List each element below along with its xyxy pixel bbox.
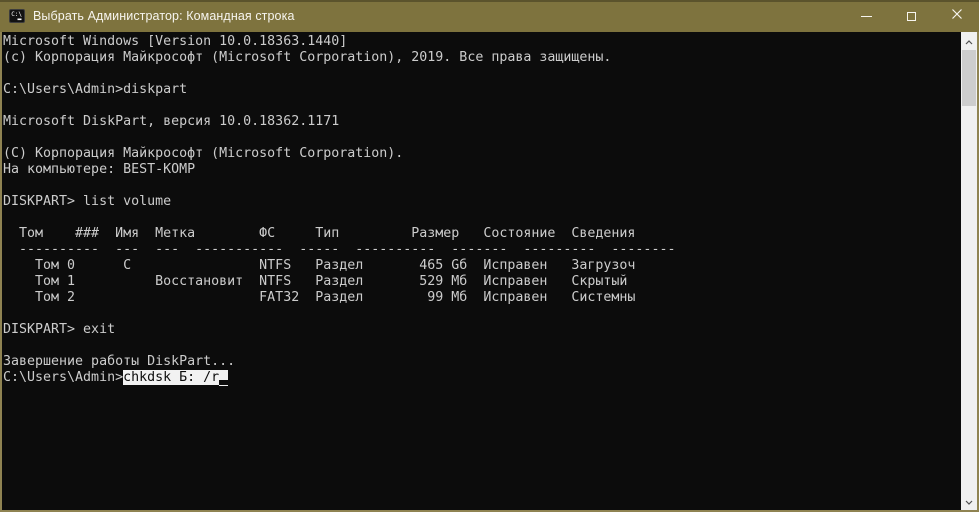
terminal-output: Microsoft Windows [Version 10.0.18363.14… xyxy=(3,34,961,370)
scroll-down-button[interactable] xyxy=(961,492,977,510)
scrollbar[interactable] xyxy=(961,32,977,510)
text-cursor xyxy=(219,370,228,386)
chevron-up-icon xyxy=(965,32,973,50)
cmd-window: C:\ Выбрать Администратор: Командная стр… xyxy=(0,0,979,512)
caption-buttons xyxy=(844,0,979,32)
titlebar[interactable]: C:\ Выбрать Администратор: Командная стр… xyxy=(0,0,979,32)
maximize-button[interactable] xyxy=(889,0,934,32)
svg-text:C:\: C:\ xyxy=(11,11,22,18)
cmd-icon[interactable]: C:\ xyxy=(9,8,25,24)
minimize-button[interactable] xyxy=(844,0,889,32)
maximize-icon xyxy=(907,12,916,21)
close-button[interactable] xyxy=(934,0,979,32)
scroll-up-button[interactable] xyxy=(961,32,977,50)
console-content: Microsoft Windows [Version 10.0.18363.14… xyxy=(0,32,979,512)
prompt-text: C:\Users\Admin> xyxy=(3,370,123,385)
chevron-down-icon xyxy=(965,492,973,510)
window-title: Выбрать Администратор: Командная строка xyxy=(33,0,295,32)
close-icon xyxy=(951,7,963,25)
scrollbar-track-space[interactable] xyxy=(961,106,977,492)
command-line: C:\Users\Admin>chkdsk Б: /r xyxy=(3,370,961,386)
minimize-icon xyxy=(861,16,872,17)
scrollbar-thumb[interactable] xyxy=(962,50,976,106)
selected-command-text: chkdsk Б: /r xyxy=(123,370,219,385)
terminal[interactable]: Microsoft Windows [Version 10.0.18363.14… xyxy=(2,32,961,510)
